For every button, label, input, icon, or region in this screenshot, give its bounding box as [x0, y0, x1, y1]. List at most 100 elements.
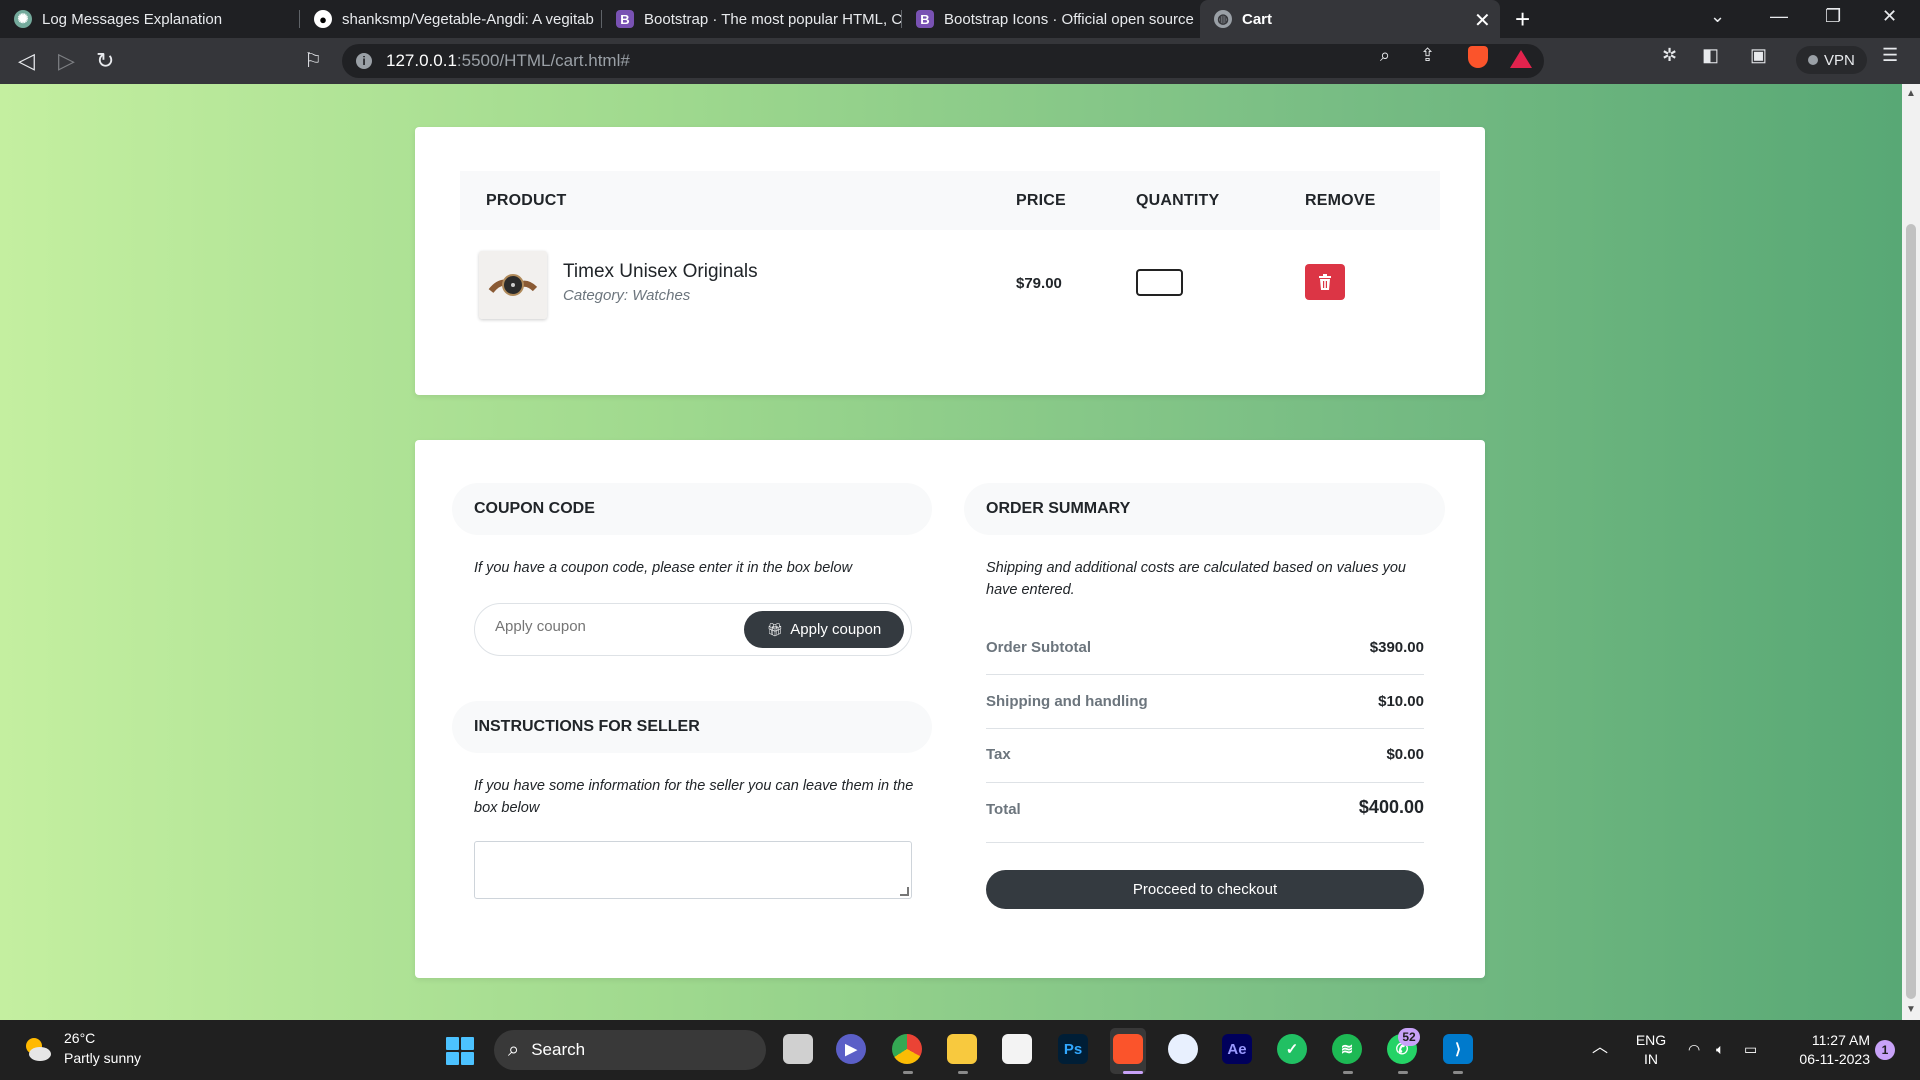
- summary-value: $0.00: [1386, 746, 1424, 763]
- whatsapp-badge: 52: [1398, 1028, 1420, 1046]
- product-price: $79.00: [1016, 275, 1062, 292]
- vscode-icon[interactable]: ⟩: [1443, 1034, 1473, 1064]
- restore-icon[interactable]: ❐: [1825, 6, 1841, 27]
- forward-icon[interactable]: ▷: [58, 48, 75, 74]
- scroll-down-icon[interactable]: ▼: [1906, 1004, 1916, 1015]
- seller-section-title: Instructions for seller: [452, 701, 932, 753]
- brave-rewards-icon[interactable]: [1510, 50, 1532, 68]
- vpn-status-icon: [1808, 55, 1818, 65]
- task-view-icon[interactable]: [783, 1034, 813, 1064]
- header-product: Product: [486, 192, 567, 209]
- product-image[interactable]: [479, 251, 547, 319]
- summary-label: Order Subtotal: [986, 639, 1092, 656]
- menu-icon[interactable]: ☰: [1882, 45, 1898, 66]
- summary-row-tax: Tax $0.00: [986, 729, 1424, 783]
- photoshop-icon[interactable]: Ps: [1058, 1034, 1088, 1064]
- browser-tab-strip: ✺ Log Messages Explanation ● shanksmp/Ve…: [0, 0, 1920, 38]
- close-tab-icon[interactable]: ✕: [1474, 8, 1491, 33]
- battery-icon[interactable]: ▭: [1744, 1040, 1757, 1059]
- summary-row-total: Total $400.00: [986, 783, 1424, 843]
- chatgpt-icon: ✺: [14, 10, 32, 28]
- language-indicator[interactable]: ENG IN: [1633, 1031, 1669, 1069]
- address-bar[interactable]: i 127.0.0.1 :5500/HTML/cart.html#: [342, 44, 1544, 78]
- weather-temperature[interactable]: 26°C: [64, 1030, 95, 1046]
- wifi-icon[interactable]: ◠: [1688, 1040, 1700, 1059]
- tab-title: Bootstrap Icons · Official open source: [944, 10, 1194, 28]
- clock[interactable]: 11:27 AM 06-11-2023: [1780, 1031, 1870, 1069]
- resize-grip-icon[interactable]: [900, 887, 909, 896]
- reload-icon[interactable]: ↻: [96, 48, 114, 74]
- bootstrap-icon: B: [916, 10, 934, 28]
- scrollbar-thumb[interactable]: [1906, 224, 1916, 999]
- cart-card: Product Price Quantity Remove Timex Unis…: [415, 127, 1485, 395]
- remove-item-button[interactable]: [1305, 264, 1345, 300]
- header-remove: Remove: [1305, 192, 1376, 209]
- trash-icon: [1319, 274, 1331, 290]
- teams-chat-icon[interactable]: ▶: [836, 1034, 866, 1064]
- show-hidden-icons-chevron-icon[interactable]: ︿: [1592, 1038, 1608, 1057]
- watch-icon: [479, 251, 547, 319]
- globe-icon: ◍: [1214, 10, 1232, 28]
- checkout-button[interactable]: Procceed to checkout: [986, 870, 1424, 909]
- cart-table-header: Product Price Quantity Remove: [460, 171, 1440, 230]
- vpn-button[interactable]: VPN: [1796, 46, 1867, 74]
- extensions-icon[interactable]: ✲: [1662, 45, 1677, 66]
- product-name[interactable]: Timex Unisex Originals: [563, 261, 758, 283]
- file-explorer-icon[interactable]: [947, 1034, 977, 1064]
- back-icon[interactable]: ◁: [18, 48, 35, 74]
- share-icon[interactable]: ⇪: [1420, 45, 1435, 66]
- url-path: :5500/HTML/cart.html#: [456, 51, 630, 70]
- summary-label: Total: [986, 801, 1021, 818]
- bookmark-icon[interactable]: ⚐: [304, 48, 322, 73]
- microsoft-store-icon[interactable]: [1002, 1034, 1032, 1064]
- wallet-icon[interactable]: ▣: [1750, 45, 1767, 66]
- weather-description[interactable]: Partly sunny: [64, 1050, 141, 1066]
- page-scrollbar[interactable]: ▲ ▼: [1902, 84, 1920, 1020]
- tab-bootstrap-icons[interactable]: B Bootstrap Icons · Official open source: [902, 0, 1200, 38]
- summary-row-shipping: Shipping and handling $10.00: [986, 675, 1424, 729]
- tick-app-icon[interactable]: ✓: [1277, 1034, 1307, 1064]
- partly-sunny-icon[interactable]: [22, 1034, 52, 1064]
- tab-github[interactable]: ● shanksmp/Vegetable-Angdi: A vegitab: [300, 0, 602, 38]
- seller-instructions-textarea[interactable]: [474, 841, 912, 899]
- url-host: 127.0.0.1: [386, 51, 457, 70]
- quantity-input[interactable]: [1136, 269, 1183, 296]
- product-category: Category: Watches: [563, 287, 691, 304]
- clock-date: 06-11-2023: [1799, 1051, 1870, 1067]
- app-store-icon[interactable]: [1168, 1034, 1198, 1064]
- checkout-card: Coupon code If you have a coupon code, p…: [415, 440, 1485, 978]
- vpn-label: VPN: [1824, 51, 1855, 69]
- summary-label: Shipping and handling: [986, 693, 1148, 710]
- tab-search-chevron-icon[interactable]: ⌄: [1710, 6, 1725, 27]
- spotify-icon[interactable]: ≋: [1332, 1034, 1362, 1064]
- apply-coupon-button[interactable]: 🎁︎ Apply coupon: [744, 611, 904, 648]
- tab-log-messages[interactable]: ✺ Log Messages Explanation: [0, 0, 300, 38]
- notification-count-badge[interactable]: 1: [1875, 1040, 1895, 1060]
- language-region: IN: [1644, 1051, 1658, 1067]
- chrome-icon[interactable]: [892, 1034, 922, 1064]
- scroll-up-icon[interactable]: ▲: [1906, 88, 1916, 99]
- tab-cart[interactable]: ◍ Cart: [1200, 0, 1500, 38]
- start-button[interactable]: [446, 1037, 474, 1065]
- seller-note: If you have some information for the sel…: [474, 778, 914, 816]
- running-indicator: [1398, 1071, 1408, 1074]
- new-tab-icon[interactable]: +: [1515, 4, 1530, 35]
- brave-shields-icon[interactable]: [1468, 46, 1488, 68]
- taskbar-search[interactable]: ⌕ Search: [494, 1030, 766, 1070]
- site-info-icon[interactable]: i: [356, 53, 372, 69]
- running-indicator: [903, 1071, 913, 1074]
- minimize-icon[interactable]: —: [1770, 6, 1788, 27]
- sidebar-icon[interactable]: ◧: [1702, 45, 1719, 66]
- coupon-input[interactable]: [495, 618, 725, 635]
- volume-icon[interactable]: 🔈︎: [1716, 1040, 1724, 1059]
- tab-title: Log Messages Explanation: [42, 10, 223, 28]
- running-indicator: [1343, 1071, 1353, 1074]
- after-effects-icon[interactable]: Ae: [1222, 1034, 1252, 1064]
- coupon-note: If you have a coupon code, please enter …: [474, 560, 853, 576]
- tab-title: Bootstrap · The most popular HTML, C: [644, 10, 902, 28]
- zoom-icon[interactable]: ⌕: [1380, 45, 1390, 66]
- close-window-icon[interactable]: ✕: [1882, 6, 1897, 27]
- brave-icon[interactable]: [1113, 1034, 1143, 1064]
- tab-bootstrap[interactable]: B Bootstrap · The most popular HTML, C: [602, 0, 902, 38]
- running-indicator: [1453, 1071, 1463, 1074]
